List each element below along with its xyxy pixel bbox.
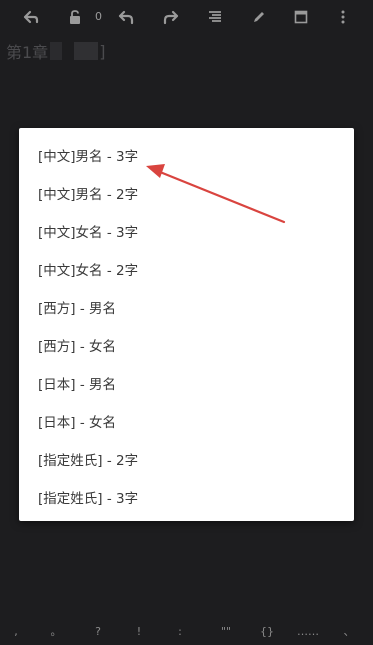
align-icon[interactable] — [206, 9, 224, 25]
option-japanese-female[interactable]: [日本] - 女名 — [38, 406, 338, 436]
option-cn-male-2[interactable]: [中文]男名 - 2字 — [38, 178, 338, 208]
key-comma[interactable]: , — [4, 620, 28, 642]
key-colon[interactable]: : — [168, 620, 192, 642]
key-exclaim[interactable]: ! — [127, 620, 151, 642]
option-cn-female-2[interactable]: [中文]女名 - 2字 — [38, 254, 338, 284]
undo-icon[interactable] — [117, 9, 135, 25]
option-western-male[interactable]: [西方] - 男名 — [38, 292, 338, 322]
chapter-title[interactable]: 第1章 ] — [6, 40, 106, 63]
pencil-icon[interactable] — [250, 9, 268, 25]
chapter-title-bracket: ] — [99, 41, 106, 61]
option-japanese-male[interactable]: [日本] - 男名 — [38, 368, 338, 398]
option-western-female[interactable]: [西方] - 女名 — [38, 330, 338, 360]
lock-counter: 0 — [95, 10, 102, 23]
unlock-icon[interactable] — [66, 9, 84, 25]
punctuation-bar: , 。 ? ! : "" {} …… 、 — [0, 620, 373, 645]
key-quotes[interactable]: "" — [214, 620, 238, 642]
key-enum-comma[interactable]: 、 — [337, 620, 361, 642]
key-braces[interactable]: {} — [255, 620, 279, 642]
name-generator-dialog: [中文]男名 - 3字 [中文]男名 - 2字 [中文]女名 - 3字 [中文]… — [19, 128, 354, 521]
window-icon[interactable] — [292, 9, 310, 25]
key-period[interactable]: 。 — [44, 620, 68, 642]
redacted-block — [74, 42, 99, 60]
key-question[interactable]: ? — [86, 620, 110, 642]
option-surname-2[interactable]: [指定姓氏] - 2字 — [38, 444, 338, 474]
redo-icon[interactable] — [162, 9, 180, 25]
more-vert-icon[interactable] — [334, 9, 352, 25]
key-ellipsis[interactable]: …… — [296, 620, 320, 642]
redacted-block — [50, 42, 63, 60]
chapter-title-prefix: 第1章 — [6, 43, 49, 62]
option-surname-3[interactable]: [指定姓氏] - 3字 — [38, 482, 338, 512]
back-icon[interactable] — [22, 9, 40, 25]
option-cn-male-3[interactable]: [中文]男名 - 3字 — [38, 140, 338, 170]
top-toolbar: 0 — [0, 0, 373, 34]
option-cn-female-3[interactable]: [中文]女名 - 3字 — [38, 216, 338, 246]
